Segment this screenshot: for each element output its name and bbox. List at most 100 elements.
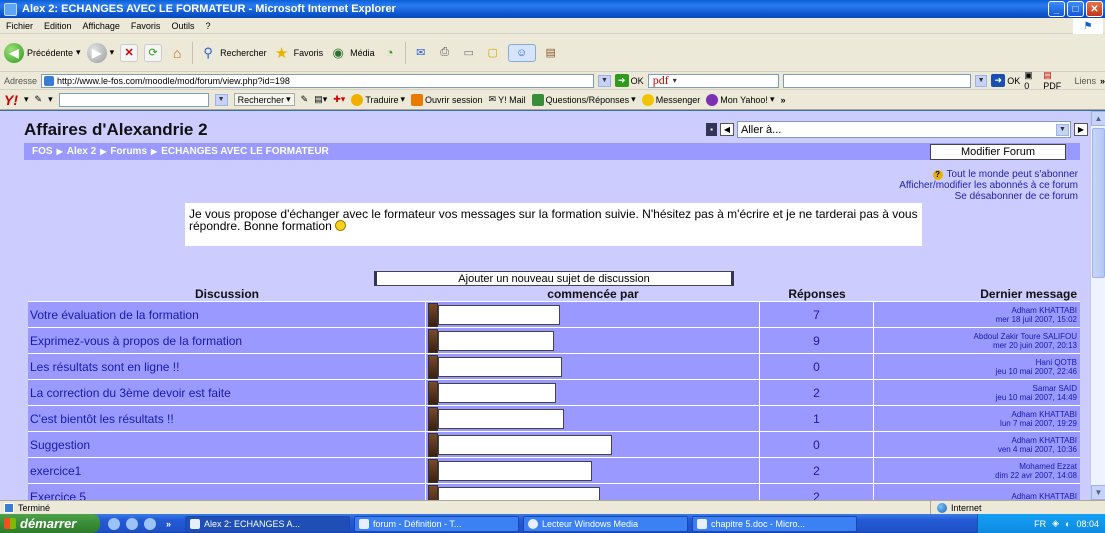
start-button[interactable]: démarrer — [0, 514, 100, 533]
scroll-thumb[interactable] — [1092, 128, 1105, 278]
stop-icon[interactable]: ✕ — [120, 43, 139, 62]
menu-affichage[interactable]: Affichage — [83, 21, 120, 31]
print-icon[interactable]: ⎙ — [436, 44, 454, 62]
open-session-button[interactable]: Ouvrir session — [411, 93, 483, 106]
minimize-button[interactable]: _ — [1048, 1, 1065, 17]
quick-launch-ie-icon[interactable] — [108, 517, 120, 530]
next-activity-button[interactable]: ▶ — [1074, 123, 1088, 136]
messenger-icon[interactable]: ☺ — [507, 43, 536, 62]
address-dropdown[interactable]: ▼ — [598, 74, 611, 87]
modify-forum-button[interactable]: Modifier Forum — [930, 144, 1066, 160]
discussion-link[interactable]: exercice1 — [28, 458, 426, 483]
form-icon[interactable]: ▤▾ — [314, 94, 327, 105]
chevron-right-icon[interactable]: » — [166, 519, 171, 529]
yahoo-mail-button[interactable]: ✉ Y! Mail — [489, 94, 526, 105]
research-icon[interactable]: ▤ — [542, 44, 560, 62]
last-date-link[interactable]: mer 20 juin 2007, 20:13 — [993, 341, 1077, 350]
discussion-link[interactable]: Les résultats sont en ligne !! — [28, 354, 426, 379]
discussion-link[interactable]: Suggestion — [28, 432, 426, 457]
subscribers-link[interactable]: Afficher/modifier les abonnés à ce forum — [899, 180, 1078, 191]
quick-launch-desktop-icon[interactable] — [144, 517, 156, 530]
highlight-icon[interactable]: ✎ — [301, 94, 309, 105]
taskbar-item-word[interactable]: chapitre 5.doc - Micro... — [692, 515, 858, 532]
previous-activity-button[interactable]: ◀ — [720, 123, 734, 136]
discussion-link[interactable]: Votre évaluation de la formation — [28, 302, 426, 327]
quick-launch-media-icon[interactable] — [126, 517, 138, 530]
taskbar-item-ie[interactable]: Alex 2: ECHANGES A... — [185, 515, 351, 532]
security-zone[interactable]: Internet — [930, 501, 982, 515]
replies-link[interactable]: 0 — [760, 354, 874, 379]
yahoo-logo-icon[interactable]: Y! — [4, 92, 18, 108]
antispy-icon[interactable]: ✚▾ — [333, 94, 345, 105]
refresh-icon[interactable]: ⟳ — [144, 43, 163, 62]
replies-link[interactable]: 2 — [760, 484, 874, 500]
scroll-up-button[interactable]: ▲ — [1091, 111, 1105, 126]
replies-link[interactable]: 2 — [760, 458, 874, 483]
yahoo-search-dropdown[interactable]: ▼ — [214, 93, 228, 106]
pdf-button[interactable]: ▤ PDF — [1043, 70, 1070, 91]
replies-link[interactable]: 7 — [760, 302, 874, 327]
unsubscribe-link[interactable]: Se désabonner de ce forum — [899, 191, 1078, 202]
save-icon[interactable]: ▪ — [706, 123, 717, 136]
maximize-button[interactable]: □ — [1067, 1, 1084, 17]
breadcrumb-fos[interactable]: FOS — [32, 146, 53, 157]
address-input[interactable]: http://www.le-fos.com/moodle/mod/forum/v… — [41, 73, 595, 88]
vertical-scrollbar[interactable]: ▲ ▼ — [1090, 111, 1105, 500]
last-author-link[interactable]: Abdoul Zakir Toure SALIFOU — [974, 332, 1077, 341]
avatar[interactable] — [428, 328, 438, 353]
yahoo-search-input[interactable] — [58, 92, 209, 107]
my-yahoo-button[interactable]: Mon Yahoo! ▾ — [706, 93, 774, 106]
avatar[interactable] — [428, 302, 438, 327]
discussion-link[interactable]: C'est bientôt les résultats !! — [28, 406, 426, 431]
favorites-button[interactable]: ★ Favoris — [273, 44, 323, 62]
avatar[interactable] — [428, 380, 438, 405]
window-title-bar[interactable]: Alex 2: ECHANGES AVEC LE FORMATEUR - Mic… — [0, 0, 1105, 18]
forward-button[interactable]: ▶ ▾ — [86, 42, 114, 63]
media-button[interactable]: ◉ Média — [329, 44, 374, 62]
add-topic-button[interactable]: Ajouter un nouveau sujet de discussion — [374, 271, 734, 286]
folder-icon[interactable]: ▢ — [484, 44, 502, 62]
back-button[interactable]: ◀ Précédente ▾ — [4, 42, 81, 63]
menu-fichier[interactable]: Fichier — [6, 21, 33, 31]
last-date-link[interactable]: dim 22 avr 2007, 14:08 — [995, 471, 1077, 480]
qa-button[interactable]: Questions/Réponses ▾ — [531, 93, 636, 106]
taskbar-item-media-player[interactable]: Lecteur Windows Media — [523, 515, 689, 532]
avatar[interactable] — [428, 432, 438, 457]
last-date-link[interactable]: mer 18 juil 2007, 15:02 — [996, 315, 1077, 324]
home-icon[interactable]: ⌂ — [168, 44, 186, 62]
last-date-link[interactable]: ven 4 mai 2007, 10:36 — [998, 445, 1077, 454]
discussion-link[interactable]: Exprimez-vous à propos de la formation — [28, 328, 426, 353]
last-date-link[interactable]: jeu 10 mai 2007, 14:49 — [996, 393, 1077, 402]
taskbar-item-forum[interactable]: forum - Définition - T... — [354, 515, 520, 532]
search-button[interactable]: ⚲ Rechercher — [199, 44, 266, 62]
translate-button[interactable]: Traduire ▾ — [351, 93, 405, 106]
discussion-link[interactable]: Exercice 5 — [28, 484, 426, 500]
menu-help[interactable]: ? — [205, 21, 210, 31]
tray-network-icon[interactable]: ◈ — [1052, 518, 1059, 529]
go-search-button[interactable]: ➜ OK — [991, 74, 1020, 87]
links-label[interactable]: Liens — [1074, 76, 1096, 86]
last-author-link[interactable]: Adham KHATTABI — [1012, 410, 1078, 419]
last-date-link[interactable]: jeu 10 mai 2007, 22:46 — [996, 367, 1077, 376]
toolbar-search-input[interactable] — [783, 73, 971, 88]
avatar[interactable] — [428, 354, 438, 379]
last-author-link[interactable]: Adham KHATTABI — [1012, 492, 1078, 500]
pencil-icon[interactable]: ✎ — [35, 94, 43, 105]
avatar[interactable] — [428, 458, 438, 483]
replies-link[interactable]: 9 — [760, 328, 874, 353]
pdf-search-input[interactable]: pdf ▾ — [647, 73, 780, 88]
language-indicator[interactable]: FR — [1034, 519, 1046, 529]
avatar[interactable] — [428, 484, 438, 500]
breadcrumb-forums[interactable]: Forums — [110, 146, 147, 157]
replies-link[interactable]: 2 — [760, 380, 874, 405]
menu-edition[interactable]: Edition — [44, 21, 72, 31]
menu-favoris[interactable]: Favoris — [131, 21, 161, 31]
help-icon[interactable]: ? — [932, 169, 943, 180]
last-author-link[interactable]: Mohamed Ezzat — [1019, 462, 1077, 471]
search-dropdown[interactable]: ▼ — [974, 74, 988, 87]
replies-link[interactable]: 1 — [760, 406, 874, 431]
last-date-link[interactable]: lun 7 mai 2007, 19:29 — [1000, 419, 1077, 428]
last-author-link[interactable]: Hani QOTB — [1036, 358, 1077, 367]
close-button[interactable]: ✕ — [1086, 1, 1103, 17]
scroll-down-button[interactable]: ▼ — [1091, 485, 1105, 500]
